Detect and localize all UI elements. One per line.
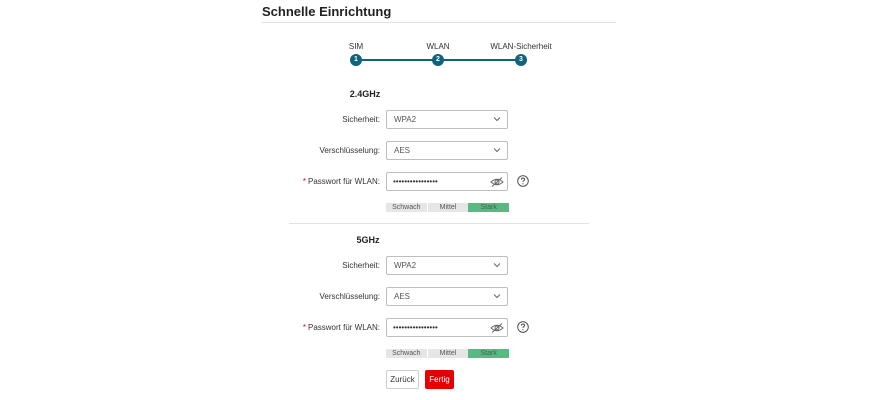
title-divider [262, 22, 616, 23]
security-label-24ghz: Sicherheit: [342, 115, 380, 124]
security-value-5ghz: WPA2 [394, 261, 417, 270]
encryption-value-5ghz: AES [394, 292, 411, 301]
required-marker: * [302, 177, 306, 186]
security-value-24ghz: WPA2 [394, 115, 417, 124]
eye-icon[interactable] [490, 176, 504, 188]
password-label-text-5ghz: Passwort für WLAN: [307, 323, 380, 332]
password-field-24ghz[interactable] [386, 172, 508, 191]
band-24ghz-heading: 2.4GHz [349, 89, 381, 99]
eye-icon[interactable] [490, 322, 504, 334]
step-3-indicator: 3 [515, 54, 527, 66]
page-title: Schnelle Einrichtung [262, 4, 392, 19]
question-circle-icon[interactable] [517, 321, 529, 333]
security-label-5ghz: Sicherheit: [342, 261, 380, 270]
chevron-down-icon [493, 263, 501, 268]
chevron-down-icon [493, 294, 501, 299]
password-label-text-24ghz: Passwort für WLAN: [307, 177, 380, 186]
encryption-value-24ghz: AES [394, 146, 411, 155]
password-label-24ghz: * Passwort für WLAN: [260, 177, 380, 186]
section-divider [289, 223, 589, 224]
step-label-sim: SIM [348, 42, 364, 51]
strength-weak: Schwach [386, 349, 427, 358]
security-select-24ghz[interactable]: WPA2 [386, 110, 508, 129]
step-2-indicator: 2 [432, 54, 444, 66]
password-field-5ghz[interactable] [386, 318, 508, 337]
strength-strong: Stark [468, 349, 510, 358]
stepper-connector-2 [438, 59, 521, 61]
step-label-wlan-security: WLAN-Sicherheit [490, 42, 552, 51]
encryption-label-5ghz: Verschlüsselung: [319, 292, 380, 301]
encryption-select-5ghz[interactable]: AES [386, 287, 508, 306]
password-input-24ghz[interactable] [393, 175, 485, 188]
step-label-wlan: WLAN [426, 42, 450, 51]
strength-medium: Mittel [426, 203, 469, 212]
band-5ghz-heading: 5GHz [356, 235, 380, 245]
strength-strong: Stark [468, 203, 510, 212]
strength-medium: Mittel [426, 349, 469, 358]
strength-weak: Schwach [386, 203, 427, 212]
done-button[interactable]: Fertig [425, 370, 454, 389]
password-strength-5ghz: Schwach Mittel Stark [386, 349, 510, 358]
password-input-5ghz[interactable] [393, 321, 485, 334]
password-strength-24ghz: Schwach Mittel Stark [386, 203, 510, 212]
password-label-5ghz: * Passwort für WLAN: [260, 323, 380, 332]
question-circle-icon[interactable] [517, 175, 529, 187]
chevron-down-icon [493, 117, 501, 122]
chevron-down-icon [493, 148, 501, 153]
encryption-select-24ghz[interactable]: AES [386, 141, 508, 160]
required-marker: * [302, 323, 306, 332]
encryption-label-24ghz: Verschlüsselung: [319, 146, 380, 155]
security-select-5ghz[interactable]: WPA2 [386, 256, 508, 275]
back-button[interactable]: Zurück [386, 370, 419, 389]
stepper-connector-1 [356, 59, 438, 61]
step-1-indicator: 1 [350, 54, 362, 66]
